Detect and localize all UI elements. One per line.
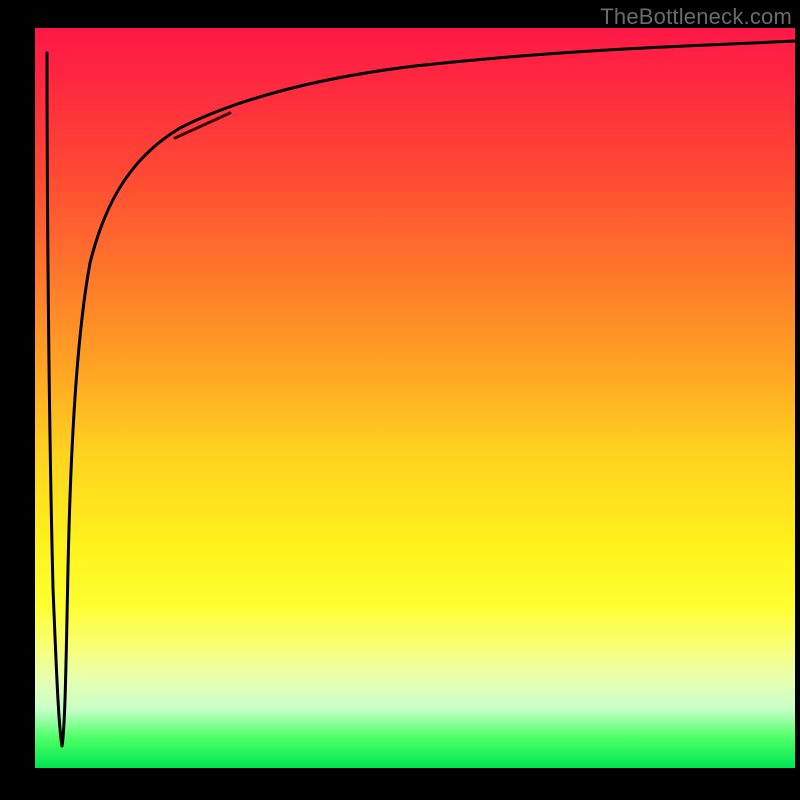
chart-stage: TheBottleneck.com bbox=[0, 0, 800, 800]
bottleneck-curve-path bbox=[47, 41, 795, 746]
bottleneck-curve-svg bbox=[35, 28, 795, 768]
attribution-text: TheBottleneck.com bbox=[600, 4, 792, 30]
